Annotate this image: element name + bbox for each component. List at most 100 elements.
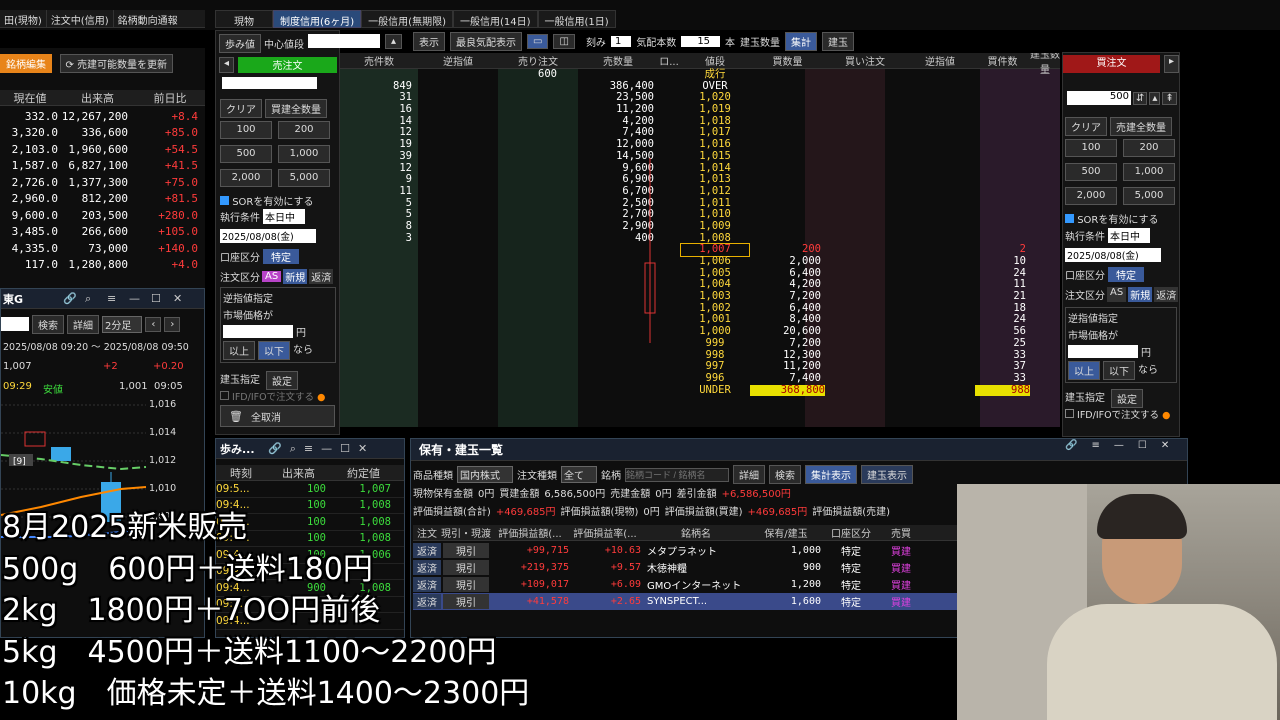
minimize-icon[interactable]: —	[129, 292, 151, 305]
chart-symbol-input[interactable]	[1, 317, 29, 331]
kizami-select[interactable]: 1	[610, 35, 632, 47]
search-icon[interactable]: ⌕	[85, 292, 107, 306]
sor-checkbox-right[interactable]	[1065, 214, 1074, 223]
watchlist-row[interactable]: 117.0 1,280,800 +4.0	[0, 257, 205, 274]
board-row[interactable]: 1,000 20,600 56	[340, 325, 1060, 338]
qty-button-100[interactable]: 100	[1065, 139, 1117, 157]
above-button-left[interactable]: 以上	[223, 341, 255, 360]
symbol-input[interactable]	[625, 467, 729, 482]
delivery-button[interactable]: 現引	[443, 543, 489, 558]
qty-button-500[interactable]: 500	[1065, 163, 1117, 181]
below-button-left[interactable]: 以下	[258, 341, 290, 360]
ticks-close-icon[interactable]: ✕	[358, 442, 367, 455]
qty-button-500[interactable]: 500	[220, 145, 272, 163]
clear-button-left[interactable]: クリア	[220, 99, 262, 118]
chart-detail-button[interactable]: 詳細	[67, 314, 99, 334]
watchlist-row[interactable]: 9,600.0 203,500 +280.0	[0, 207, 205, 224]
close-position-button[interactable]: 返済	[413, 543, 441, 558]
below-button-right[interactable]: 以下	[1103, 361, 1135, 380]
ifd-checkbox-right[interactable]	[1065, 409, 1074, 418]
maximize-icon[interactable]: ☐	[151, 292, 173, 305]
left-tab-0[interactable]: 田(現物)	[0, 10, 47, 27]
setting-button-left[interactable]: 設定	[266, 371, 298, 390]
as-button-left[interactable]: AS	[262, 271, 282, 282]
holdings-link-icon[interactable]: 🔗	[1065, 440, 1077, 456]
ticks-maximize-icon[interactable]: ☐	[340, 442, 350, 455]
close-button-left[interactable]: 返済	[309, 269, 334, 284]
type-select[interactable]: 国内株式	[457, 466, 513, 483]
stop-price-input-left[interactable]	[223, 325, 293, 338]
ifd-checkbox-left[interactable]	[220, 391, 229, 400]
left-tab-1[interactable]: 注文中(信用)	[47, 10, 114, 27]
link-icon[interactable]: 🔗	[63, 292, 85, 305]
ita-select[interactable]: 15	[681, 35, 721, 47]
tab-seido[interactable]: 制度信用(6ヶ月)	[273, 10, 362, 28]
update-sellable-button[interactable]: ⟳ 売建可能数量を更新	[59, 54, 174, 73]
clear-button-right[interactable]: クリア	[1065, 117, 1107, 136]
holdings-search-button[interactable]: 検索	[769, 465, 801, 484]
board-row[interactable]: 996 7,400 33	[340, 372, 1060, 385]
holdings-detail-button[interactable]: 詳細	[733, 465, 765, 484]
collapse-right-button[interactable]: ▸	[1163, 55, 1179, 73]
layout-single-button[interactable]: ▭	[527, 33, 549, 49]
delivery-button[interactable]: 現引	[443, 594, 489, 609]
tab-genbutsu[interactable]: 現物	[215, 10, 273, 28]
qty-button-200[interactable]: 200	[1123, 139, 1175, 157]
board-row[interactable]: 16 11,200 1,019	[340, 103, 1060, 116]
qty-input-right[interactable]: 500	[1067, 91, 1131, 105]
holdings-close-icon[interactable]: ✕	[1161, 440, 1169, 456]
info-icon-left[interactable]: ●	[317, 392, 325, 403]
ticks-menu-icon[interactable]: ≡	[304, 442, 313, 455]
account-select-left[interactable]: 特定	[263, 249, 299, 264]
board-row[interactable]: 8 2,900 1,009	[340, 220, 1060, 233]
watchlist-row[interactable]: 3,485.0 266,600 +105.0	[0, 224, 205, 241]
qty-button-5000[interactable]: 5,000	[1123, 187, 1175, 205]
new-button-right[interactable]: 新規	[1128, 287, 1153, 302]
center-price-input[interactable]	[308, 34, 380, 48]
tab-ippan-14[interactable]: 一般信用(14日)	[452, 10, 538, 28]
cancel-all-button[interactable]: 🗑 全取消	[220, 405, 335, 427]
chart-search-button[interactable]: 検索	[32, 314, 64, 334]
watchlist-row[interactable]: 4,335.0 73,000 +140.0	[0, 240, 205, 257]
qty-input-left[interactable]	[222, 77, 317, 89]
left-tab-2[interactable]: 銘柄動向通報	[114, 10, 182, 27]
board-row[interactable]: 1,003 7,200 21	[340, 290, 1060, 303]
info-icon-right[interactable]: ●	[1162, 410, 1170, 421]
tategyoku-button[interactable]: 建玉	[822, 31, 855, 51]
menu-icon[interactable]: ≡	[107, 292, 129, 305]
qty-pin-right[interactable]: ⇞	[1162, 91, 1177, 105]
qty-button-2000[interactable]: 2,000	[220, 169, 272, 187]
qty-button-1000[interactable]: 1,000	[1123, 163, 1175, 181]
qty-up-right[interactable]: ▴	[1149, 91, 1161, 105]
board-row[interactable]: 1,006 2,000 10	[340, 255, 1060, 268]
watchlist-row[interactable]: 2,726.0 1,377,300 +75.0	[0, 174, 205, 191]
board-row[interactable]: 39 14,500 1,015	[340, 150, 1060, 163]
buy-order-button[interactable]: 買注文	[1063, 55, 1160, 73]
tab-ippan-muki[interactable]: 一般信用(無期限)	[361, 10, 453, 28]
account-select-right[interactable]: 特定	[1108, 267, 1144, 282]
ticks-search-icon[interactable]: ⌕	[290, 442, 296, 456]
delivery-button[interactable]: 現引	[443, 577, 489, 592]
edit-symbols-button[interactable]: 銘柄編集	[0, 54, 52, 73]
tab-ippan-1[interactable]: 一般信用(1日)	[537, 10, 616, 28]
ticks-minimize-icon[interactable]: —	[321, 442, 332, 455]
position-view-button[interactable]: 建玉表示	[861, 465, 913, 484]
watchlist-row[interactable]: 1,587.0 6,827,100 +41.5	[0, 158, 205, 175]
center-price-up[interactable]: ▴	[385, 33, 403, 49]
holdings-row[interactable]: 返済 現引 +99,715 +10.63 メタプラネット 1,000 特定 買建	[413, 542, 959, 559]
holdings-row[interactable]: 返済 現引 +219,375 +9.57 木徳神糧 900 特定 買建	[413, 559, 959, 576]
display-button[interactable]: 表示	[413, 31, 446, 51]
sell-order-button[interactable]: 売注文	[238, 57, 337, 73]
board-row[interactable]: 600 成行	[340, 68, 1060, 81]
summary-button[interactable]: 集計表示	[805, 465, 857, 484]
ticks-link-icon[interactable]: 🔗	[268, 442, 282, 455]
collapse-left-button[interactable]: ◂	[219, 57, 235, 73]
close-position-button[interactable]: 返済	[413, 560, 441, 575]
layout-split-button[interactable]: ◫	[553, 33, 575, 49]
qty-step-right[interactable]: ⇵	[1133, 91, 1148, 105]
watchlist-row[interactable]: 2,960.0 812,200 +81.5	[0, 191, 205, 208]
board-row[interactable]: 11 6,700 1,012	[340, 185, 1060, 198]
date-select-left[interactable]: 2025/08/08(金)	[220, 229, 316, 243]
qty-button-2000[interactable]: 2,000	[1065, 187, 1117, 205]
holdings-row[interactable]: 返済 現引 +109,017 +6.09 GMOインターネット 1,200 特定 買建	[413, 576, 959, 593]
